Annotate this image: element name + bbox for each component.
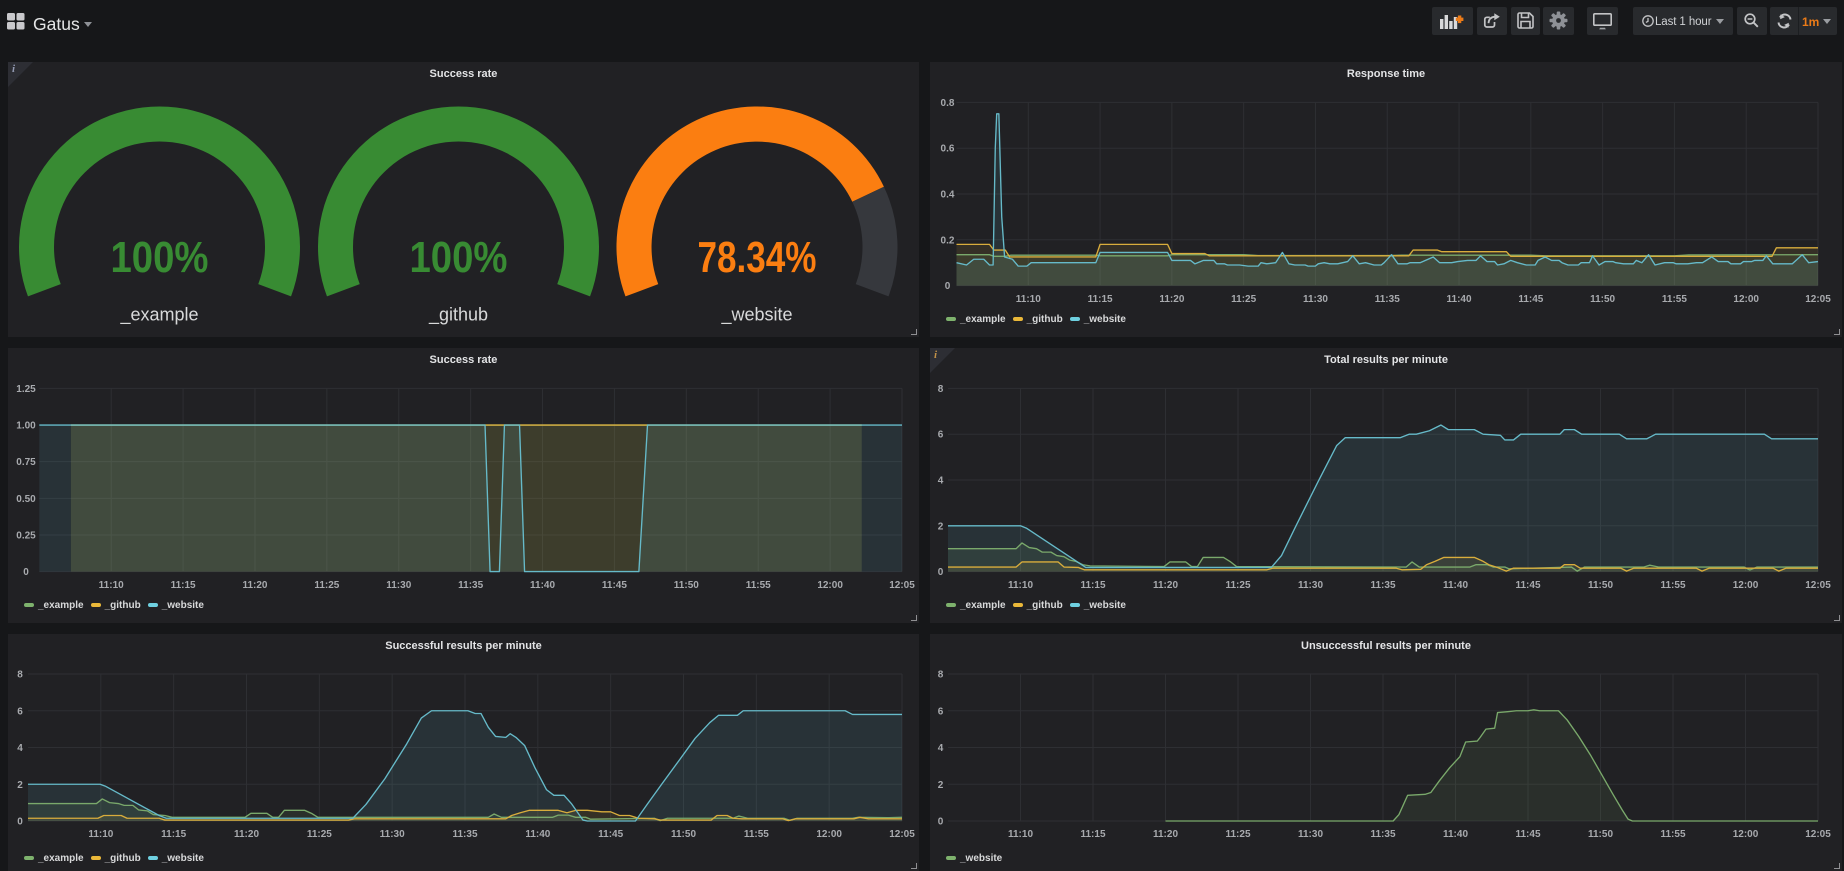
svg-text:11:45: 11:45 (598, 829, 623, 840)
svg-text:11:30: 11:30 (1298, 580, 1323, 591)
svg-text:_example: _example (119, 305, 198, 326)
svg-text:11:55: 11:55 (744, 829, 769, 840)
svg-text:12:05: 12:05 (1805, 580, 1831, 591)
svg-text:12:00: 12:00 (1733, 829, 1759, 840)
svg-text:8: 8 (938, 384, 944, 395)
svg-text:12:05: 12:05 (1805, 829, 1831, 840)
svg-text:11:10: 11:10 (88, 829, 113, 840)
svg-text:11:40: 11:40 (1447, 294, 1472, 305)
svg-text:4: 4 (17, 743, 23, 754)
svg-text:0.25: 0.25 (16, 530, 36, 541)
svg-text:2: 2 (17, 780, 23, 791)
svg-text:11:15: 11:15 (1088, 294, 1113, 305)
svg-text:12:00: 12:00 (816, 829, 842, 840)
svg-text:11:15: 11:15 (161, 829, 186, 840)
svg-text:0: 0 (23, 567, 29, 578)
svg-text:0.75: 0.75 (16, 457, 36, 468)
svg-text:78.34%: 78.34% (698, 233, 817, 282)
svg-text:12:05: 12:05 (889, 580, 915, 591)
svg-text:11:50: 11:50 (671, 829, 696, 840)
svg-text:0.8: 0.8 (941, 98, 955, 109)
svg-text:11:10: 11:10 (1008, 829, 1033, 840)
svg-text:0.6: 0.6 (941, 144, 955, 155)
svg-text:11:35: 11:35 (1375, 294, 1400, 305)
svg-text:11:30: 11:30 (386, 580, 411, 591)
svg-text:11:40: 11:40 (1443, 580, 1468, 591)
svg-text:11:35: 11:35 (1370, 580, 1395, 591)
svg-text:11:40: 11:40 (525, 829, 550, 840)
svg-text:_website: _website (720, 305, 792, 326)
svg-text:11:10: 11:10 (99, 580, 124, 591)
svg-text:12:00: 12:00 (1733, 294, 1759, 305)
svg-text:11:10: 11:10 (1008, 580, 1033, 591)
svg-text:11:25: 11:25 (1225, 580, 1250, 591)
svg-text:11:20: 11:20 (1153, 829, 1178, 840)
svg-text:11:55: 11:55 (746, 580, 771, 591)
svg-text:2: 2 (938, 521, 944, 532)
svg-text:11:10: 11:10 (1016, 294, 1041, 305)
svg-text:11:45: 11:45 (1515, 829, 1540, 840)
svg-text:1.25: 1.25 (16, 384, 36, 395)
svg-text:2: 2 (938, 780, 944, 791)
svg-text:11:50: 11:50 (1588, 580, 1613, 591)
svg-text:11:45: 11:45 (602, 580, 627, 591)
svg-text:12:05: 12:05 (889, 829, 915, 840)
svg-text:11:25: 11:25 (1231, 294, 1256, 305)
svg-text:6: 6 (938, 706, 944, 717)
svg-text:11:40: 11:40 (1443, 829, 1468, 840)
svg-text:11:55: 11:55 (1660, 580, 1685, 591)
svg-text:4: 4 (938, 743, 944, 754)
svg-text:8: 8 (938, 670, 944, 681)
svg-text:11:20: 11:20 (234, 829, 259, 840)
svg-text:11:30: 11:30 (1298, 829, 1323, 840)
svg-text:11:35: 11:35 (458, 580, 483, 591)
svg-text:12:00: 12:00 (817, 580, 843, 591)
svg-text:_github: _github (428, 305, 488, 326)
svg-text:11:35: 11:35 (452, 829, 477, 840)
svg-text:11:15: 11:15 (1080, 580, 1105, 591)
svg-text:0: 0 (938, 567, 944, 578)
svg-text:11:50: 11:50 (674, 580, 699, 591)
svg-text:100%: 100% (410, 233, 508, 282)
svg-text:11:20: 11:20 (242, 580, 267, 591)
svg-text:11:55: 11:55 (1662, 294, 1687, 305)
svg-text:0: 0 (17, 817, 23, 828)
svg-text:11:25: 11:25 (307, 829, 332, 840)
svg-text:11:20: 11:20 (1159, 294, 1184, 305)
svg-text:11:15: 11:15 (171, 580, 196, 591)
svg-text:0.50: 0.50 (16, 494, 36, 505)
svg-text:0: 0 (945, 281, 951, 292)
svg-text:6: 6 (938, 430, 944, 441)
svg-text:11:35: 11:35 (1370, 829, 1395, 840)
svg-text:0: 0 (938, 817, 944, 828)
svg-text:12:05: 12:05 (1805, 294, 1831, 305)
svg-text:8: 8 (17, 670, 23, 681)
svg-text:11:30: 11:30 (380, 829, 405, 840)
svg-text:100%: 100% (111, 233, 209, 282)
svg-text:11:20: 11:20 (1153, 580, 1178, 591)
svg-text:0.4: 0.4 (941, 190, 955, 201)
svg-text:11:40: 11:40 (530, 580, 555, 591)
svg-text:1.00: 1.00 (16, 421, 36, 432)
svg-text:11:25: 11:25 (314, 580, 339, 591)
svg-text:11:50: 11:50 (1590, 294, 1615, 305)
svg-text:11:45: 11:45 (1515, 580, 1540, 591)
svg-text:11:15: 11:15 (1080, 829, 1105, 840)
svg-text:6: 6 (17, 706, 23, 717)
svg-text:11:30: 11:30 (1303, 294, 1328, 305)
svg-text:11:45: 11:45 (1518, 294, 1543, 305)
svg-text:11:55: 11:55 (1660, 829, 1685, 840)
svg-text:11:50: 11:50 (1588, 829, 1613, 840)
svg-text:11:25: 11:25 (1225, 829, 1250, 840)
svg-text:4: 4 (938, 476, 944, 487)
svg-text:12:00: 12:00 (1733, 580, 1759, 591)
svg-text:0.2: 0.2 (941, 235, 955, 246)
